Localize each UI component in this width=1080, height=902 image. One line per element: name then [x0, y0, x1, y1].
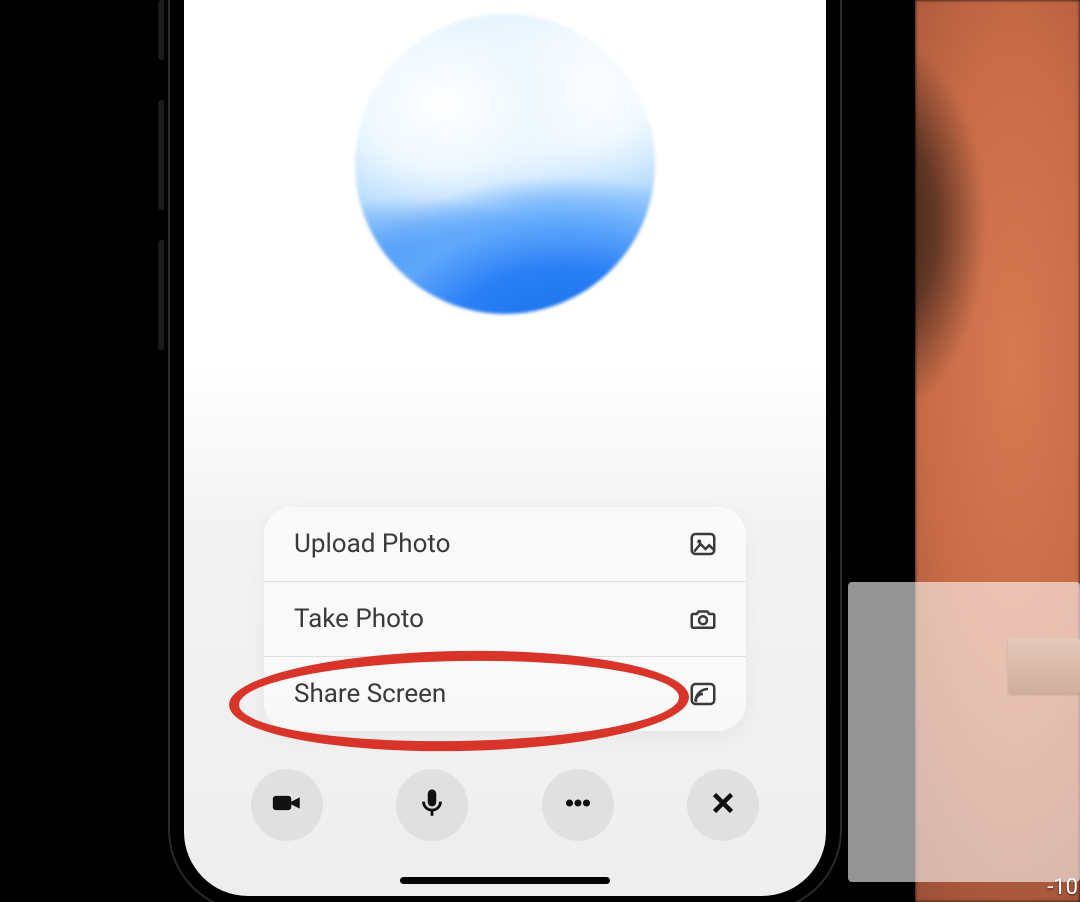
camera-icon: [686, 602, 720, 636]
microphone-toggle-button[interactable]: [396, 769, 468, 841]
picture-in-picture-overlay[interactable]: [848, 582, 1080, 882]
home-indicator[interactable]: [400, 877, 610, 884]
phone-volume-down-button: [158, 240, 164, 350]
avatar-image: [355, 14, 655, 314]
phone-side-button: [158, 0, 164, 60]
cast-icon: [686, 677, 720, 711]
microphone-icon: [415, 786, 449, 824]
pip-thumbnail: [1008, 638, 1080, 694]
phone-screen: Upload Photo Take Photo Share Screen: [184, 0, 826, 896]
bottom-control-bar: [184, 769, 826, 841]
upload-photo-item[interactable]: Upload Photo: [264, 507, 746, 582]
share-screen-item[interactable]: Share Screen: [264, 657, 746, 731]
phone-volume-up-button: [158, 100, 164, 210]
close-icon: [706, 786, 740, 824]
more-options-button[interactable]: [542, 769, 614, 841]
image-icon: [686, 527, 720, 561]
action-sheet-menu: Upload Photo Take Photo Share Screen: [264, 507, 746, 731]
video-toggle-button[interactable]: [251, 769, 323, 841]
menu-item-label: Take Photo: [294, 604, 424, 634]
video-time-remaining: -10: [1047, 875, 1078, 900]
video-icon: [270, 786, 304, 824]
phone-device-frame: Upload Photo Take Photo Share Screen: [170, 0, 840, 902]
menu-item-label: Share Screen: [294, 679, 446, 709]
avatar-container: [355, 14, 655, 314]
more-icon: [561, 786, 595, 824]
take-photo-item[interactable]: Take Photo: [264, 582, 746, 657]
menu-item-label: Upload Photo: [294, 529, 451, 559]
close-button[interactable]: [687, 769, 759, 841]
